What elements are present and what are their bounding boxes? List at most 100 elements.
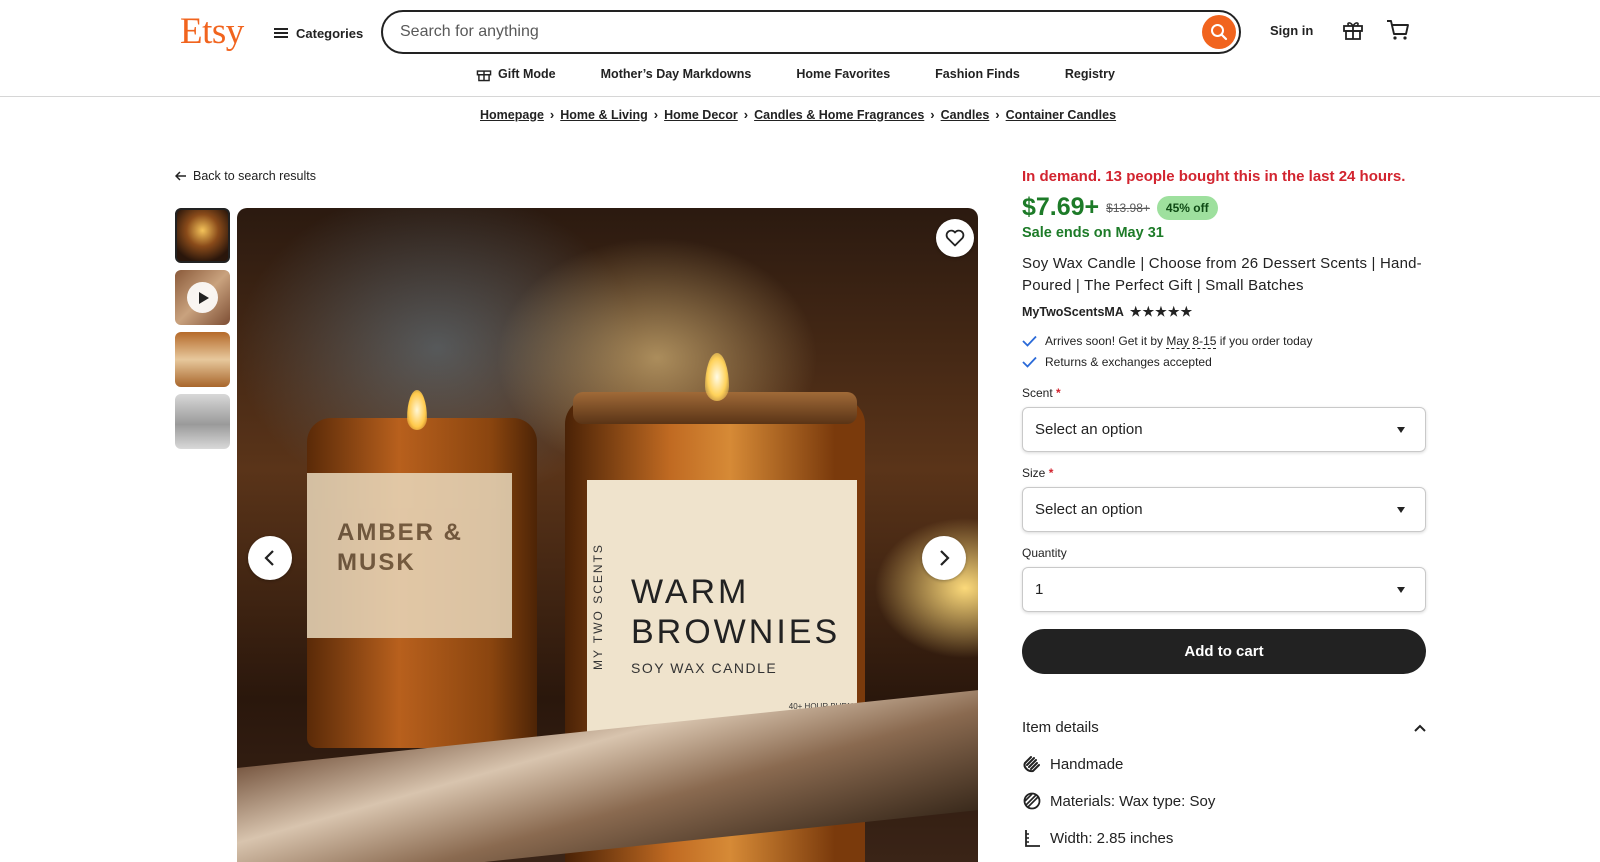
top-nav: Gift Mode Mother’s Day Markdowns Home Fa… — [476, 66, 1160, 82]
returns-text: Returns & exchanges accepted — [1045, 355, 1212, 369]
back-label: Back to search results — [193, 169, 316, 183]
sale-ends: Sale ends on May 31 — [1022, 225, 1164, 241]
hand-icon — [1023, 756, 1040, 773]
jar-brand: MY TWO SCENTS — [591, 543, 605, 670]
breadcrumb-link[interactable]: Container Candles — [1006, 108, 1116, 122]
next-image-button[interactable] — [922, 536, 966, 580]
quantity-select-value: 1 — [1035, 581, 1044, 598]
chevron-right-icon: › — [549, 107, 555, 122]
nav-label: Gift Mode — [498, 67, 556, 81]
breadcrumb-link[interactable]: Home Decor — [664, 108, 738, 122]
add-to-cart-button[interactable]: Add to cart — [1022, 629, 1426, 674]
detail-width: Width: 2.85 inches — [1022, 829, 1428, 847]
nav-item-gift-mode[interactable]: Gift Mode — [476, 66, 556, 82]
breadcrumb-link[interactable]: Candles & Home Fragrances — [754, 108, 924, 122]
price-row: $7.69+ $13.98+ 45% off — [1022, 193, 1428, 222]
original-price: $13.98+ — [1106, 200, 1150, 215]
arrival-suffix: if you order today — [1216, 334, 1313, 348]
thumbnail-list — [175, 208, 232, 456]
detail-text: Width: 2.85 inches — [1050, 829, 1174, 847]
detail-materials: Materials: Wax type: Soy — [1022, 792, 1428, 810]
menu-icon — [274, 28, 288, 38]
product-title: Soy Wax Candle | Choose from 26 Dessert … — [1022, 255, 1422, 294]
thumbnail-video[interactable] — [175, 270, 230, 325]
breadcrumb-link[interactable]: Homepage — [480, 108, 544, 122]
nav-item-registry[interactable]: Registry — [1065, 67, 1115, 81]
back-to-results-link[interactable]: Back to search results — [175, 169, 316, 183]
thumbnail-image[interactable] — [175, 394, 230, 449]
jar-scent-name: WARM BROWNIES — [631, 573, 841, 651]
jar-label-text: AMBER & MUSK — [337, 519, 463, 576]
heart-icon — [945, 229, 965, 247]
ruler-icon — [1025, 830, 1040, 847]
scent-select-value: Select an option — [1035, 421, 1143, 438]
nav-item-mothers-day[interactable]: Mother’s Day Markdowns — [601, 67, 752, 81]
breadcrumb: Homepage › Home & Living › Home Decor › Can… — [480, 107, 1116, 122]
shop-name-link[interactable]: MyTwoScentsMA — [1022, 305, 1124, 319]
required-marker: * — [1056, 386, 1061, 400]
nav-item-fashion-finds[interactable]: Fashion Finds — [935, 67, 1020, 81]
favorite-button[interactable] — [936, 219, 974, 257]
gift-icon — [476, 70, 492, 82]
required-marker: * — [1048, 466, 1054, 480]
candle-flame — [407, 390, 427, 430]
detail-handmade: Handmade — [1022, 755, 1428, 773]
chevron-left-icon — [264, 550, 274, 566]
nav-item-home-favorites[interactable]: Home Favorites — [796, 67, 890, 81]
returns-info: Returns & exchanges accepted — [1022, 355, 1428, 369]
chevron-right-icon: › — [743, 107, 749, 122]
arrow-left-icon — [175, 171, 186, 181]
chevron-up-icon — [1414, 724, 1426, 732]
scent-label: Scent * — [1022, 386, 1428, 400]
arrival-prefix: Arrives soon! Get it by — [1045, 334, 1167, 348]
thumbnail-image[interactable] — [175, 332, 230, 387]
size-select-value: Select an option — [1035, 501, 1143, 518]
arrival-info: Arrives soon! Get it by May 8-15 if you … — [1022, 334, 1428, 349]
thumbnail-image[interactable] — [175, 208, 230, 263]
jar-subtitle: SOY WAX CANDLE — [631, 660, 778, 676]
chevron-right-icon: › — [653, 107, 659, 122]
previous-image-button[interactable] — [248, 536, 292, 580]
cart-icon[interactable] — [1386, 19, 1410, 46]
scent-select[interactable]: Select an option — [1022, 407, 1426, 452]
candle-flame — [705, 353, 729, 401]
gift-icon[interactable] — [1342, 19, 1364, 46]
site-header: Etsy Categories Sign in Gift Mode Mother… — [0, 0, 1600, 97]
detail-text: Materials: Wax type: Soy — [1050, 792, 1216, 810]
etsy-logo[interactable]: Etsy — [180, 10, 244, 53]
product-photo[interactable]: AMBER & MUSK MY TWO SCENTS WARM BROWNIES… — [237, 208, 978, 862]
search-icon — [1211, 24, 1228, 41]
search-input[interactable] — [400, 23, 1180, 41]
arrival-date[interactable]: May 8-15 — [1166, 334, 1217, 349]
caret-down-icon — [1397, 426, 1405, 433]
chevron-right-icon — [940, 550, 950, 566]
breadcrumb-link[interactable]: Candles — [941, 108, 990, 122]
sale-price: $7.69+ — [1022, 193, 1100, 221]
scent-label-text: Scent — [1022, 386, 1053, 400]
candle-jar-back: AMBER & MUSK — [307, 390, 537, 748]
caret-down-icon — [1397, 586, 1405, 593]
sign-in-link[interactable]: Sign in — [1270, 23, 1313, 38]
discount-badge: 45% off — [1156, 195, 1218, 220]
play-icon — [187, 282, 218, 313]
star-rating[interactable]: ★★★★★ — [1130, 304, 1193, 320]
search-bar — [381, 10, 1241, 54]
arrival-text: Arrives soon! Get it by May 8-15 if you … — [1045, 334, 1313, 349]
detail-text: Handmade — [1050, 755, 1124, 773]
jar-label: AMBER & MUSK — [307, 473, 512, 638]
yarn-icon — [1023, 792, 1041, 810]
quantity-label: Quantity — [1022, 546, 1067, 560]
quantity-select[interactable]: 1 — [1022, 567, 1426, 612]
size-label-text: Size — [1022, 466, 1046, 480]
breadcrumb-link[interactable]: Home & Living — [560, 108, 648, 122]
chevron-right-icon: › — [995, 107, 1000, 122]
chevron-right-icon: › — [930, 107, 935, 122]
demand-message: In demand. 13 people bought this in the … — [1022, 168, 1406, 185]
item-details-toggle[interactable]: Item details — [1022, 719, 1426, 736]
item-details-heading: Item details — [1022, 719, 1099, 736]
size-select[interactable]: Select an option — [1022, 487, 1426, 532]
search-button[interactable] — [1202, 15, 1236, 49]
categories-label: Categories — [296, 25, 364, 41]
caret-down-icon — [1397, 506, 1405, 513]
categories-button[interactable]: Categories — [274, 20, 363, 46]
